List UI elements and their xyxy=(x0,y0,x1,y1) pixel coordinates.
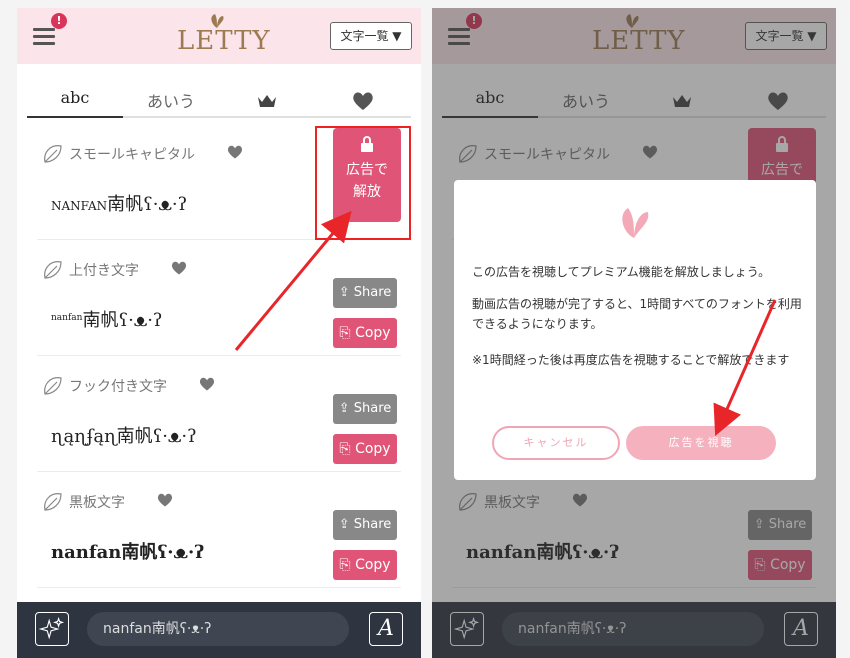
ad-unlock-dialog: この広告を視聴してプレミアム機能を解放しましょう。 動画広告の視聴が完了すると、… xyxy=(454,180,816,480)
favorite-heart-icon[interactable] xyxy=(227,144,243,160)
tab-premium[interactable] xyxy=(219,84,315,118)
font-row-hook: フック付き文字 ɳąɳʄąɳ南帆ʕ·ᴥ·ʔ ⇪ Share ⎘ Copy xyxy=(37,356,401,472)
watch-ad-button[interactable]: 広告を視聴 xyxy=(626,426,776,460)
alert-badge: ! xyxy=(51,13,67,29)
bottom-input-bar: nanfan南帆ʕ·ᴥ·ʔ A xyxy=(17,602,421,658)
dialog-message: この広告を視聴してプレミアム機能を解放しましょう。 xyxy=(472,265,771,279)
tab-hiragana[interactable]: あいう xyxy=(123,84,219,118)
copy-button[interactable]: ⎘ Copy xyxy=(333,318,397,348)
favorite-heart-icon[interactable] xyxy=(157,492,173,508)
hamburger-menu-icon[interactable] xyxy=(33,28,55,46)
app-logo: LETTY xyxy=(177,26,271,56)
left-screen: ! LETTY 文字一覧 ▼ abc あいう スモールキャピタル NANFAN南… xyxy=(17,8,421,658)
copy-button[interactable]: ⎘ Copy xyxy=(333,550,397,580)
font-name: 黒板文字 xyxy=(69,495,125,511)
font-name: 上付き文字 xyxy=(69,263,139,279)
font-name: スモールキャピタル xyxy=(69,147,195,163)
font-sample: NANFAN南帆ʕ·ᴥ·ʔ xyxy=(51,194,188,215)
butterfly-icon xyxy=(622,208,649,238)
leaf-icon xyxy=(44,261,62,279)
tab-abc[interactable]: abc xyxy=(27,84,123,118)
sparkle-icon[interactable] xyxy=(35,612,69,646)
share-button[interactable]: ⇪ Share xyxy=(333,278,397,308)
heart-icon xyxy=(353,92,373,110)
right-screen: ! LETTY 文字一覧 ▼ abc あいう スモールキャピタル 広告で 黒板文… xyxy=(432,8,836,658)
favorite-heart-icon[interactable] xyxy=(199,376,215,392)
dialog-note: ※1時間経った後は再度広告を視聴することで解放できます xyxy=(472,353,790,367)
font-sample: ɳąɳʄąɳ南帆ʕ·ᴥ·ʔ xyxy=(51,426,197,447)
tab-favorites[interactable] xyxy=(315,84,411,118)
font-row-superscript: 上付き文字 nanfan南帆ʕ·ᴥ·ʔ ⇪ Share ⎘ Copy xyxy=(37,240,401,356)
copy-button[interactable]: ⎘ Copy xyxy=(333,434,397,464)
dialog-detail: 動画広告の視聴が完了すると、1時間すべてのフォントを利用できるようになります。 xyxy=(472,297,802,331)
highlight-box xyxy=(315,126,411,240)
leaf-icon xyxy=(44,493,62,511)
favorite-heart-icon[interactable] xyxy=(171,260,187,276)
category-tabs: abc あいう xyxy=(17,84,421,118)
font-row-blackboard: 黒板文字 nanfan南帆ʕ·ᴥ·ʔ ⇪ Share ⎘ Copy xyxy=(37,472,401,588)
leaf-icon xyxy=(44,377,62,395)
text-input[interactable]: nanfan南帆ʕ·ᴥ·ʔ xyxy=(87,612,349,646)
app-header: ! LETTY 文字一覧 ▼ xyxy=(17,8,421,64)
font-sample: nanfan南帆ʕ·ᴥ·ʔ xyxy=(51,310,163,331)
share-button[interactable]: ⇪ Share xyxy=(333,510,397,540)
share-button[interactable]: ⇪ Share xyxy=(333,394,397,424)
font-style-button[interactable]: A xyxy=(369,612,403,646)
font-name: フック付き文字 xyxy=(69,379,167,395)
crown-icon xyxy=(258,95,276,107)
leaf-icon xyxy=(44,145,62,163)
cancel-button[interactable]: キャンセル xyxy=(492,426,620,460)
font-list-dropdown[interactable]: 文字一覧 ▼ xyxy=(330,22,412,50)
font-sample: nanfan南帆ʕ·ᴥ·ʔ xyxy=(51,542,205,563)
